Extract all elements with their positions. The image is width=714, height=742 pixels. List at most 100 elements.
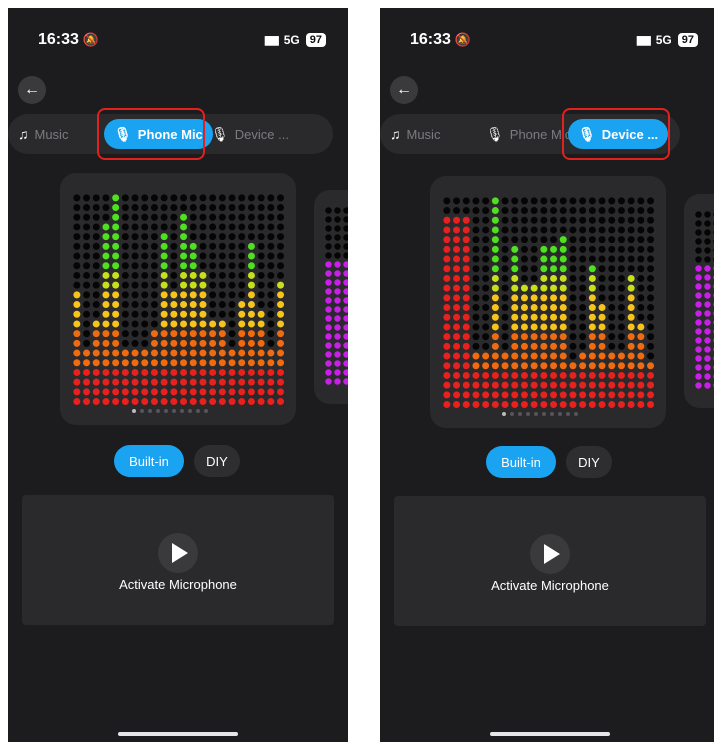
led-dot [238, 281, 246, 289]
led-dot [325, 315, 332, 322]
led-dot [218, 320, 226, 328]
led-dot [579, 342, 587, 350]
led-dot [112, 339, 120, 347]
led-dot [209, 233, 217, 241]
led-dot [617, 207, 625, 215]
back-arrow-icon[interactable]: ← [390, 76, 418, 104]
music-note-icon: ♫ [390, 126, 401, 142]
led-dot [453, 255, 461, 263]
led-dot [588, 304, 596, 312]
led-dot [540, 245, 548, 253]
led-dot [569, 294, 577, 302]
builtin-button[interactable]: Built-in [486, 446, 556, 478]
led-dot [501, 207, 509, 215]
led-dot [218, 398, 226, 406]
led-dot [462, 352, 470, 360]
led-dot [579, 236, 587, 244]
led-dot [482, 381, 490, 389]
led-dot [267, 213, 275, 221]
led-dot [141, 398, 149, 406]
led-dot [238, 310, 246, 318]
led-dot [325, 324, 332, 331]
led-dot [704, 346, 711, 353]
led-dot [511, 371, 519, 379]
led-dot [257, 204, 265, 212]
led-dot [559, 197, 567, 205]
led-dot [277, 388, 285, 396]
led-dot [520, 294, 528, 302]
led-dot [501, 352, 509, 360]
play-icon[interactable] [530, 534, 570, 574]
led-dot [491, 294, 499, 302]
led-dot [482, 294, 490, 302]
led-dot [277, 320, 285, 328]
led-dot [559, 362, 567, 370]
led-dot [540, 352, 548, 360]
led-dot [325, 288, 332, 295]
led-dot [637, 381, 645, 389]
led-dot [491, 381, 499, 389]
led-dot [627, 352, 635, 360]
led-dot [121, 233, 129, 241]
led-dot [598, 207, 606, 215]
led-dot [550, 197, 558, 205]
tab-music[interactable]: ♫ Music [8, 119, 78, 149]
led-dot [199, 368, 207, 376]
led-dot [637, 362, 645, 370]
builtin-button[interactable]: Built-in [114, 445, 184, 477]
led-dot [121, 320, 129, 328]
led-dot [598, 245, 606, 253]
led-dot [247, 330, 255, 338]
led-dot [530, 207, 538, 215]
led-dot [530, 333, 538, 341]
led-dot [559, 371, 567, 379]
tab-music[interactable]: ♫ Music [380, 119, 450, 149]
led-dot [83, 242, 91, 250]
led-dot [491, 197, 499, 205]
led-dot [443, 323, 451, 331]
led-dot [267, 398, 275, 406]
led-dot [102, 359, 110, 367]
play-icon[interactable] [158, 533, 198, 573]
led-dot [647, 313, 655, 321]
led-dot [491, 304, 499, 312]
diy-button[interactable]: DIY [194, 445, 240, 477]
led-dot [83, 330, 91, 338]
led-dot [218, 252, 226, 260]
led-dot [588, 284, 596, 292]
led-dot [199, 223, 207, 231]
led-dot [472, 381, 480, 389]
led-dot [695, 364, 702, 371]
led-dot [238, 233, 246, 241]
led-dot [170, 349, 178, 357]
back-arrow-icon[interactable]: ← [18, 76, 46, 104]
led-dot [520, 255, 528, 263]
led-dot [608, 333, 616, 341]
led-dot [588, 294, 596, 302]
led-dot [131, 223, 139, 231]
led-dot [608, 313, 616, 321]
led-dot [209, 388, 217, 396]
led-dot [334, 324, 341, 331]
led-dot [472, 207, 480, 215]
led-dot [334, 315, 341, 322]
led-dot [540, 236, 548, 244]
led-dot [112, 223, 120, 231]
led-dot [334, 288, 341, 295]
led-dot [462, 255, 470, 263]
led-dot [209, 368, 217, 376]
led-dot [704, 211, 711, 218]
diy-button[interactable]: DIY [566, 446, 612, 478]
page-dot [204, 409, 208, 413]
led-dot [209, 262, 217, 270]
led-dot [83, 378, 91, 386]
led-dot [112, 359, 120, 367]
led-dot [170, 271, 178, 279]
led-dot [170, 213, 178, 221]
tab-device[interactable]: 🎙 Device ... [201, 119, 299, 149]
led-dot [267, 252, 275, 260]
led-dot [520, 342, 528, 350]
led-dot [121, 262, 129, 270]
led-dot [334, 333, 341, 340]
led-dot [637, 294, 645, 302]
